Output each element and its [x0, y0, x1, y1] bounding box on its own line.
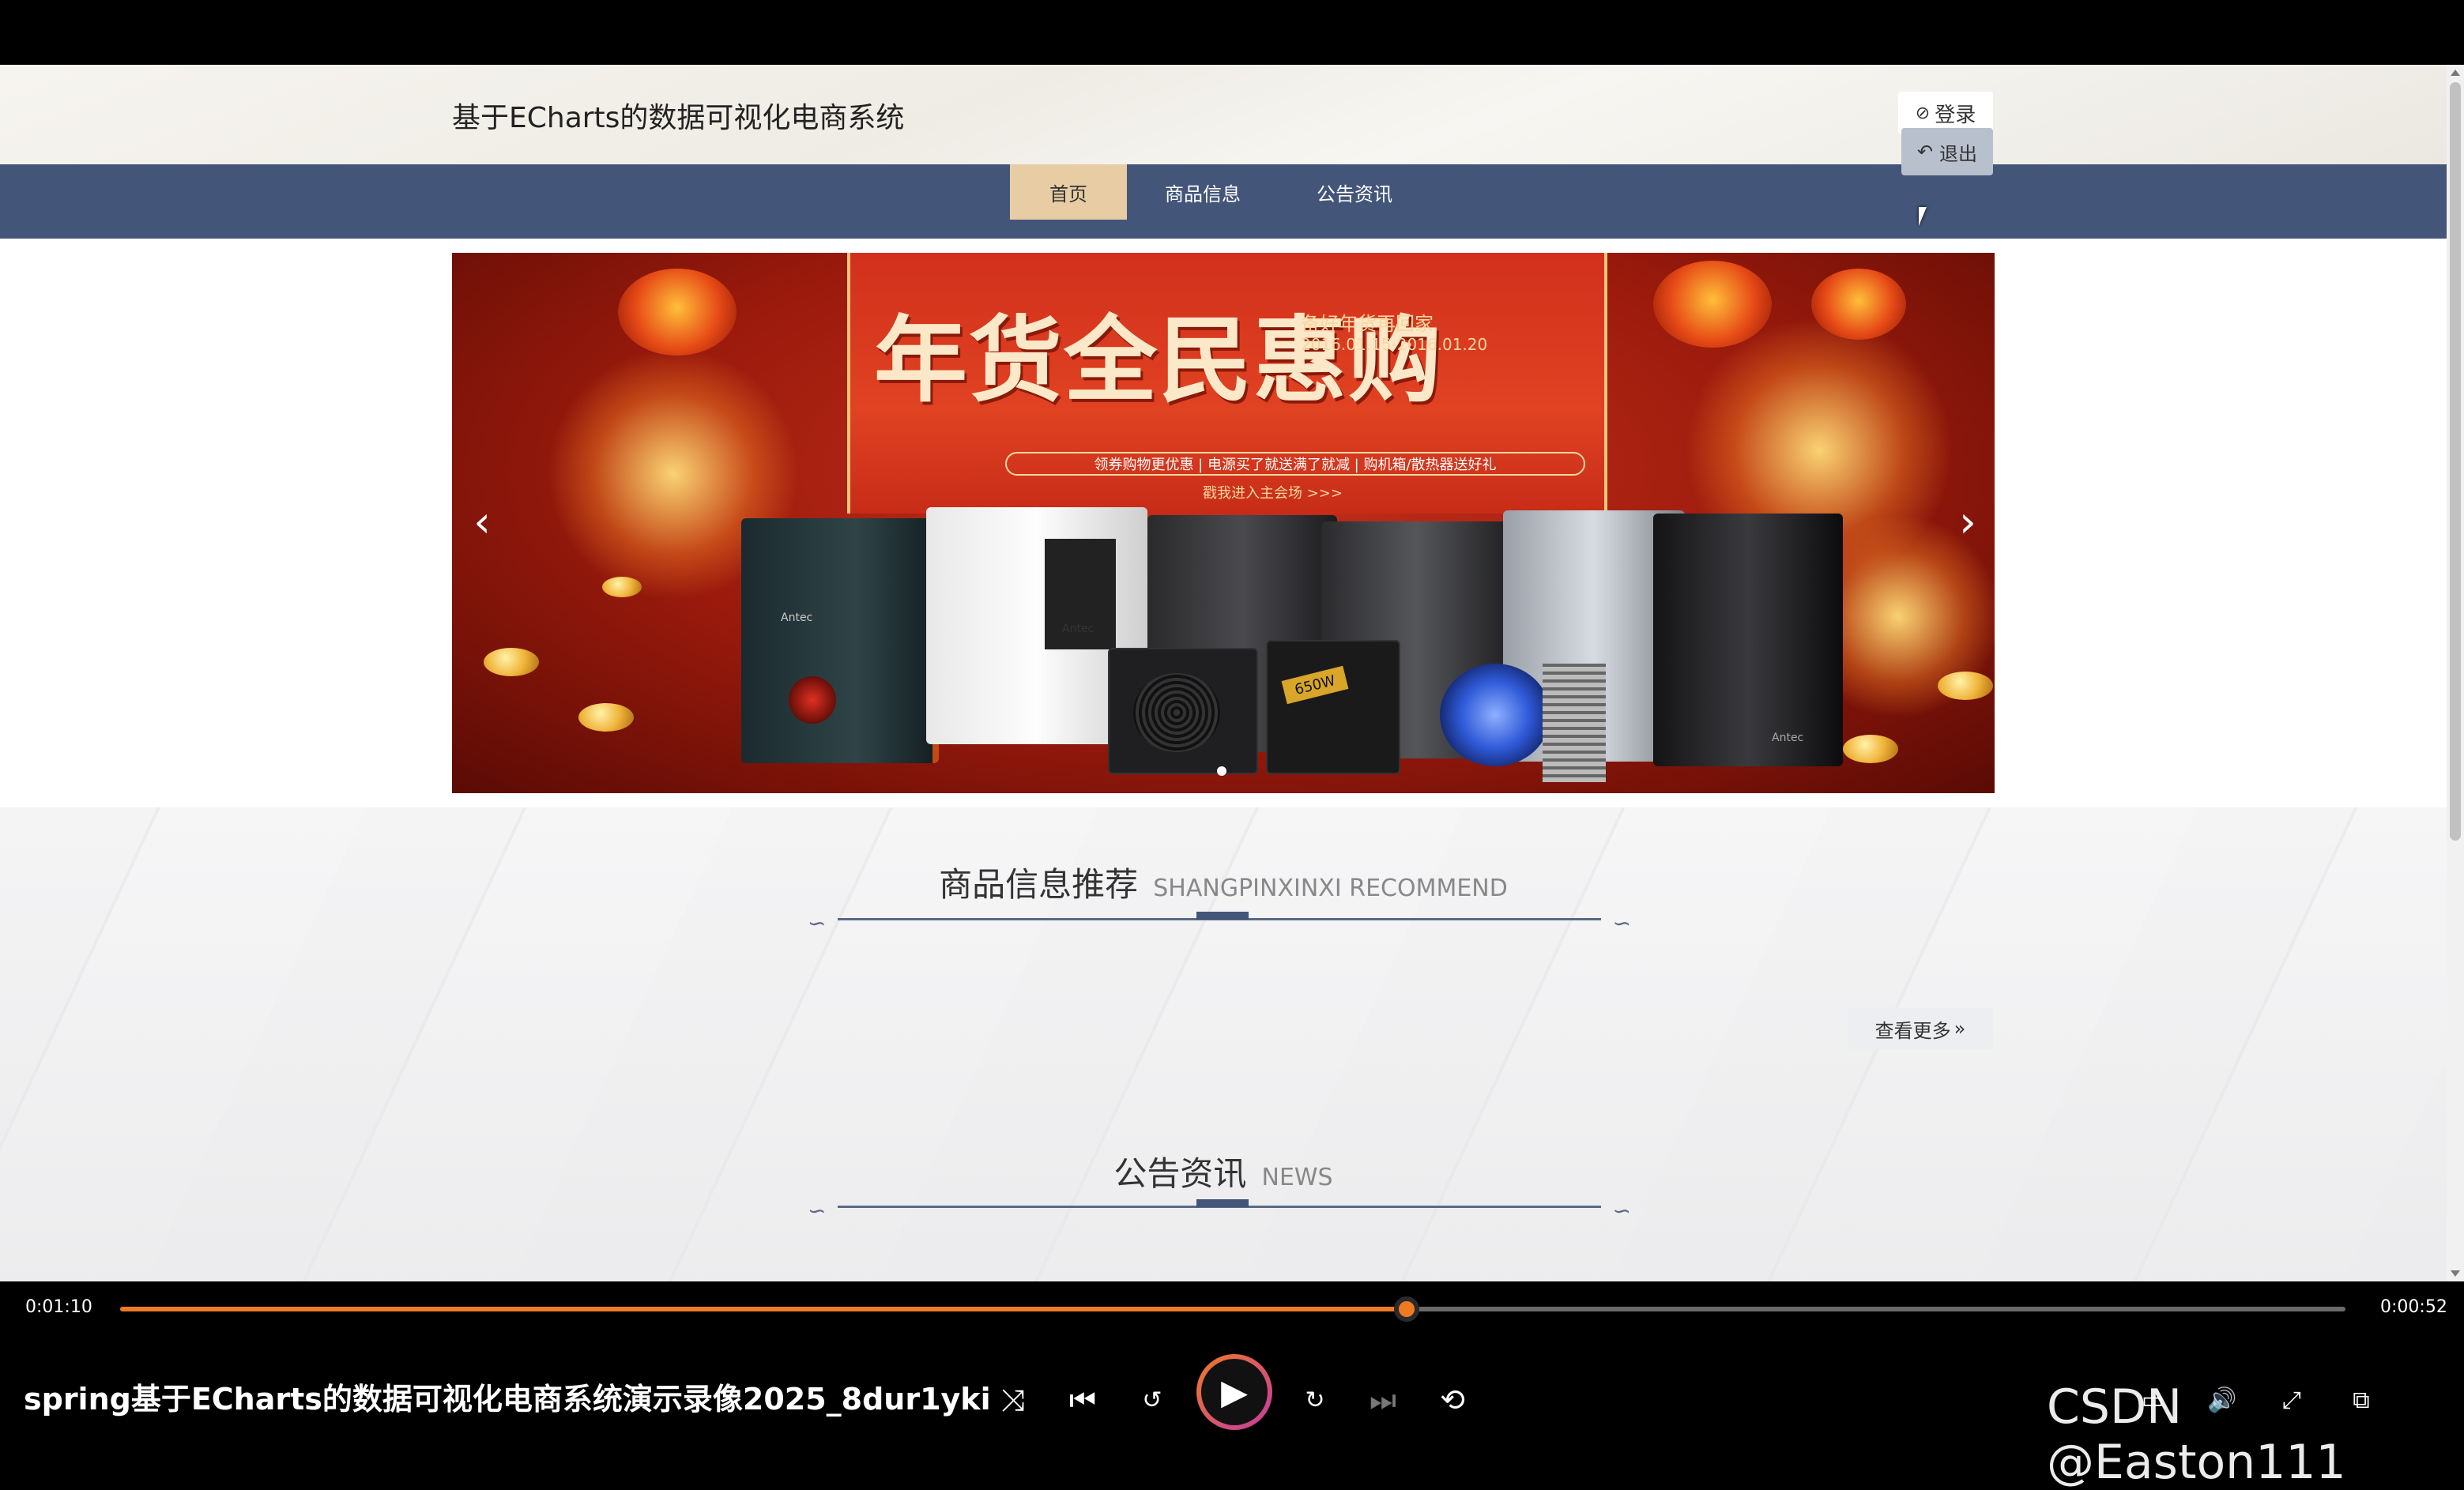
brand-label: Antec	[781, 611, 813, 624]
scroll-thumb[interactable]	[2450, 82, 2461, 841]
shuffle-button[interactable]: ⤨	[989, 1376, 1037, 1424]
scroll-down-icon[interactable]	[2451, 1270, 2460, 1277]
promo-date-range: 2016.01.15-2016.01.20	[1301, 335, 1488, 354]
section-divider: ∽ ∽	[808, 910, 1631, 936]
tab-products[interactable]: 商品信息	[1127, 164, 1279, 220]
progress-bar[interactable]	[120, 1296, 2345, 1322]
check-circle-icon: ⊘	[1915, 103, 1931, 123]
section-header-news: 公告资讯 NEWS	[0, 1147, 2447, 1195]
red-fan-icon	[789, 676, 836, 724]
power-supply-image: 650W	[1266, 640, 1400, 774]
coin-icon	[578, 703, 634, 732]
play-button[interactable]: ▶	[1196, 1354, 1272, 1430]
forward-30-icon: ↻	[1305, 1386, 1325, 1414]
skip-previous-icon: ⏮	[1068, 1382, 1097, 1417]
time-remaining: 0:00:52	[2380, 1297, 2447, 1317]
psu-label: 650W	[1281, 665, 1349, 705]
heatsink-image	[1543, 664, 1606, 782]
section-subtitle: NEWS	[1261, 1164, 1333, 1191]
coin-icon	[1938, 672, 1993, 700]
ornament-icon: ∽	[1612, 910, 1631, 936]
forward-30-button[interactable]: ↻	[1291, 1376, 1339, 1424]
view-more-label: 查看更多	[1874, 1019, 1951, 1042]
ornament-icon: ∽	[1612, 1198, 1631, 1224]
pc-case-image: Antec	[741, 518, 939, 763]
pc-case-image: Antec	[1653, 514, 1843, 766]
coin-icon	[484, 648, 539, 676]
carousel-indicator-dot[interactable]	[1217, 766, 1226, 776]
repeat-button[interactable]: ⟲	[1429, 1376, 1476, 1424]
video-title: spring基于ECharts的数据可视化电商系统演示录像2025_8dur1y…	[24, 1382, 991, 1417]
repeat-off-icon: ⟲	[1440, 1383, 1465, 1417]
navbar-wedge-left	[395, 220, 443, 239]
promo-strip: 领券购物更优惠 | 电源买了就送满了就减 | 购机箱/散热器送好礼	[1005, 452, 1585, 476]
shuffle-icon: ⤨	[1000, 1382, 1026, 1417]
section-header-products: 商品信息推荐 SHANGPINXINXI RECOMMEND	[0, 858, 2447, 906]
section-title: 公告资讯	[1113, 1154, 1247, 1193]
double-chevron-right-icon: »	[1953, 1018, 1966, 1040]
promo-subtitle: 备好年货再回家	[1301, 313, 1434, 335]
carousel-next-button[interactable]: ›	[1944, 490, 1991, 553]
tab-news[interactable]: 公告资讯	[1279, 164, 1430, 220]
progress-fill	[120, 1307, 1407, 1311]
power-supply-image	[1108, 648, 1258, 774]
undo-icon: ↶	[1916, 141, 1934, 163]
nav-tabs: 首页 商品信息 公告资讯	[1010, 164, 1430, 220]
browser-viewport: 基于ECharts的数据可视化电商系统 ⊘ 登录 首页 商品信息 公告资讯 ↶ …	[0, 65, 2464, 1281]
coin-icon	[1843, 735, 1898, 763]
lantern-icon	[1653, 261, 1772, 348]
promo-poster: 年货全民惠购 备好年货再回家 2016.01.15-2016.01.20 领券购…	[847, 253, 1607, 514]
login-label: 登录	[1935, 103, 1976, 127]
promo-enter-link: 戳我进入主会场 >>>	[1203, 485, 1343, 502]
mouse-cursor-icon	[1919, 207, 1935, 226]
time-elapsed: 0:01:10	[25, 1297, 92, 1317]
play-icon: ▶	[1221, 1371, 1248, 1413]
section-title: 商品信息推荐	[939, 865, 1139, 904]
brand-label: Antec	[1772, 732, 1804, 744]
lantern-icon	[618, 269, 737, 356]
next-button[interactable]: ⏭	[1359, 1376, 1407, 1424]
navbar-wedge-right	[2001, 220, 2048, 239]
view-more-button[interactable]: 查看更多 »	[1848, 1008, 1993, 1049]
watermark: CSDN @Easton111	[2047, 1379, 2346, 1490]
section-divider: ∽ ∽	[808, 1198, 1631, 1224]
coin-icon	[602, 577, 642, 597]
ornament-icon: ∽	[808, 1198, 827, 1224]
progress-knob[interactable]	[1393, 1296, 1419, 1322]
brand-label: Antec	[1062, 623, 1094, 635]
section-subtitle: SHANGPINXINXI RECOMMEND	[1153, 875, 1508, 902]
page-scrollbar[interactable]	[2447, 65, 2464, 1281]
cpu-cooler-image	[1440, 664, 1550, 766]
previous-button[interactable]: ⏮	[1059, 1376, 1106, 1424]
logout-button[interactable]: ↶ 退出	[1901, 128, 1993, 175]
chevron-left-icon: ‹	[473, 496, 491, 547]
main-navbar: 首页 商品信息 公告资讯	[0, 164, 2447, 338]
tab-home[interactable]: 首页	[1010, 164, 1127, 220]
ornament-icon: ∽	[808, 910, 827, 936]
skip-next-icon: ⏭	[1369, 1382, 1397, 1417]
site-title: 基于ECharts的数据可视化电商系统	[452, 102, 905, 134]
carousel-prev-button[interactable]: ‹	[458, 490, 506, 553]
site-header: 基于ECharts的数据可视化电商系统 ⊘ 登录	[0, 65, 2447, 164]
scroll-up-icon[interactable]	[2451, 70, 2460, 76]
lantern-icon	[1811, 269, 1906, 340]
rewind-10-icon: ↺	[1142, 1386, 1162, 1414]
logout-label: 退出	[1939, 142, 1978, 165]
chevron-right-icon: ›	[1959, 496, 1976, 547]
rewind-10-button[interactable]: ↺	[1128, 1376, 1176, 1424]
banner-carousel[interactable]: 年货全民惠购 备好年货再回家 2016.01.15-2016.01.20 领券购…	[452, 253, 1995, 793]
